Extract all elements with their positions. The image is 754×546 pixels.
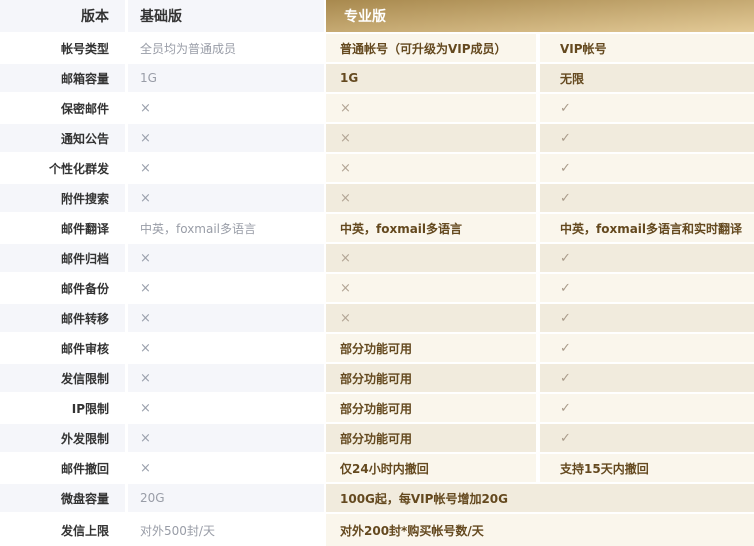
pro-plan-span-value: 100G起，每VIP帐号增加20G <box>326 484 754 512</box>
cross-icon: × <box>128 424 324 452</box>
feature-row: 邮件翻译中英，foxmail多语言中英，foxmail多语言中英，foxmail… <box>0 214 754 242</box>
cross-icon: × <box>128 244 324 272</box>
feature-row: 邮件转移××✓ <box>0 304 754 332</box>
cross-icon: × <box>326 154 536 182</box>
pro-normal-account-value: 部分功能可用 <box>326 394 536 422</box>
feature-row: 帐号类型全员均为普通成员普通帐号（可升级为VIP成员）VIP帐号 <box>0 34 754 62</box>
feature-label: 邮件转移 <box>0 304 125 332</box>
feature-row: 个性化群发××✓ <box>0 154 754 182</box>
pro-vip-account-value: 中英，foxmail多语言和实时翻译 <box>540 214 754 242</box>
feature-row: 邮件撤回×仅24小时内撤回支持15天内撤回 <box>0 454 754 482</box>
feature-row: IP限制×部分功能可用✓ <box>0 394 754 422</box>
feature-label: IP限制 <box>0 394 125 422</box>
check-icon: ✓ <box>540 334 754 362</box>
feature-row: 发信限制×部分功能可用✓ <box>0 364 754 392</box>
cross-icon: × <box>128 304 324 332</box>
cross-icon: × <box>326 94 536 122</box>
header-version-label: 版本 <box>0 0 125 32</box>
feature-label: 附件搜索 <box>0 184 125 212</box>
cross-icon: × <box>326 274 536 302</box>
basic-plan-value: 全员均为普通成员 <box>128 34 324 62</box>
pro-plan-span-value: 对外200封*购买帐号数/天 <box>326 514 754 546</box>
feature-row: 邮件归档××✓ <box>0 244 754 272</box>
feature-row: 微盘容量20G100G起，每VIP帐号增加20G <box>0 484 754 512</box>
cross-icon: × <box>128 364 324 392</box>
pro-vip-account-value: 无限 <box>540 64 754 92</box>
cross-icon: × <box>326 184 536 212</box>
check-icon: ✓ <box>540 154 754 182</box>
pro-normal-account-value: 普通帐号（可升级为VIP成员） <box>326 34 536 62</box>
check-icon: ✓ <box>540 94 754 122</box>
pro-normal-account-value: 部分功能可用 <box>326 424 536 452</box>
check-icon: ✓ <box>540 424 754 452</box>
feature-comparison-table: 版本 基础版 专业版 帐号类型全员均为普通成员普通帐号（可升级为VIP成员）VI… <box>0 0 754 546</box>
basic-plan-value: 对外500封/天 <box>128 514 324 546</box>
feature-label: 保密邮件 <box>0 94 125 122</box>
feature-label: 发信上限 <box>0 514 125 546</box>
feature-label: 个性化群发 <box>0 154 125 182</box>
table-header-row: 版本 基础版 专业版 <box>0 0 754 32</box>
feature-label: 通知公告 <box>0 124 125 152</box>
cross-icon: × <box>128 394 324 422</box>
feature-label: 邮件归档 <box>0 244 125 272</box>
feature-label: 邮件审核 <box>0 334 125 362</box>
feature-row: 外发限制×部分功能可用✓ <box>0 424 754 452</box>
cross-icon: × <box>128 274 324 302</box>
check-icon: ✓ <box>540 244 754 272</box>
pro-normal-account-value: 部分功能可用 <box>326 364 536 392</box>
pro-normal-account-value: 1G <box>326 64 536 92</box>
cross-icon: × <box>128 124 324 152</box>
feature-row: 邮件备份××✓ <box>0 274 754 302</box>
cross-icon: × <box>128 454 324 482</box>
basic-plan-value: 20G <box>128 484 324 512</box>
pro-normal-account-value: 中英，foxmail多语言 <box>326 214 536 242</box>
header-basic-plan: 基础版 <box>128 0 324 32</box>
cross-icon: × <box>128 94 324 122</box>
pro-normal-account-value: 仅24小时内撤回 <box>326 454 536 482</box>
feature-row: 邮箱容量1G1G无限 <box>0 64 754 92</box>
feature-label: 发信限制 <box>0 364 125 392</box>
basic-plan-value: 1G <box>128 64 324 92</box>
check-icon: ✓ <box>540 274 754 302</box>
feature-row: 通知公告××✓ <box>0 124 754 152</box>
feature-label: 邮件翻译 <box>0 214 125 242</box>
cross-icon: × <box>128 334 324 362</box>
feature-label: 邮箱容量 <box>0 64 125 92</box>
feature-row: 保密邮件××✓ <box>0 94 754 122</box>
feature-label: 外发限制 <box>0 424 125 452</box>
check-icon: ✓ <box>540 364 754 392</box>
feature-label: 帐号类型 <box>0 34 125 62</box>
check-icon: ✓ <box>540 124 754 152</box>
cross-icon: × <box>128 154 324 182</box>
check-icon: ✓ <box>540 304 754 332</box>
check-icon: ✓ <box>540 184 754 212</box>
feature-row: 附件搜索××✓ <box>0 184 754 212</box>
feature-label: 邮件备份 <box>0 274 125 302</box>
cross-icon: × <box>128 184 324 212</box>
cross-icon: × <box>326 124 536 152</box>
pro-vip-account-value: 支持15天内撤回 <box>540 454 754 482</box>
header-pro-plan: 专业版 <box>326 0 754 32</box>
pro-vip-account-value: VIP帐号 <box>540 34 754 62</box>
pro-normal-account-value: 部分功能可用 <box>326 334 536 362</box>
cross-icon: × <box>326 244 536 272</box>
check-icon: ✓ <box>540 394 754 422</box>
cross-icon: × <box>326 304 536 332</box>
feature-label: 微盘容量 <box>0 484 125 512</box>
feature-row: 邮件审核×部分功能可用✓ <box>0 334 754 362</box>
basic-plan-value: 中英，foxmail多语言 <box>128 214 324 242</box>
feature-row: 发信上限对外500封/天对外200封*购买帐号数/天 <box>0 514 754 546</box>
feature-label: 邮件撤回 <box>0 454 125 482</box>
